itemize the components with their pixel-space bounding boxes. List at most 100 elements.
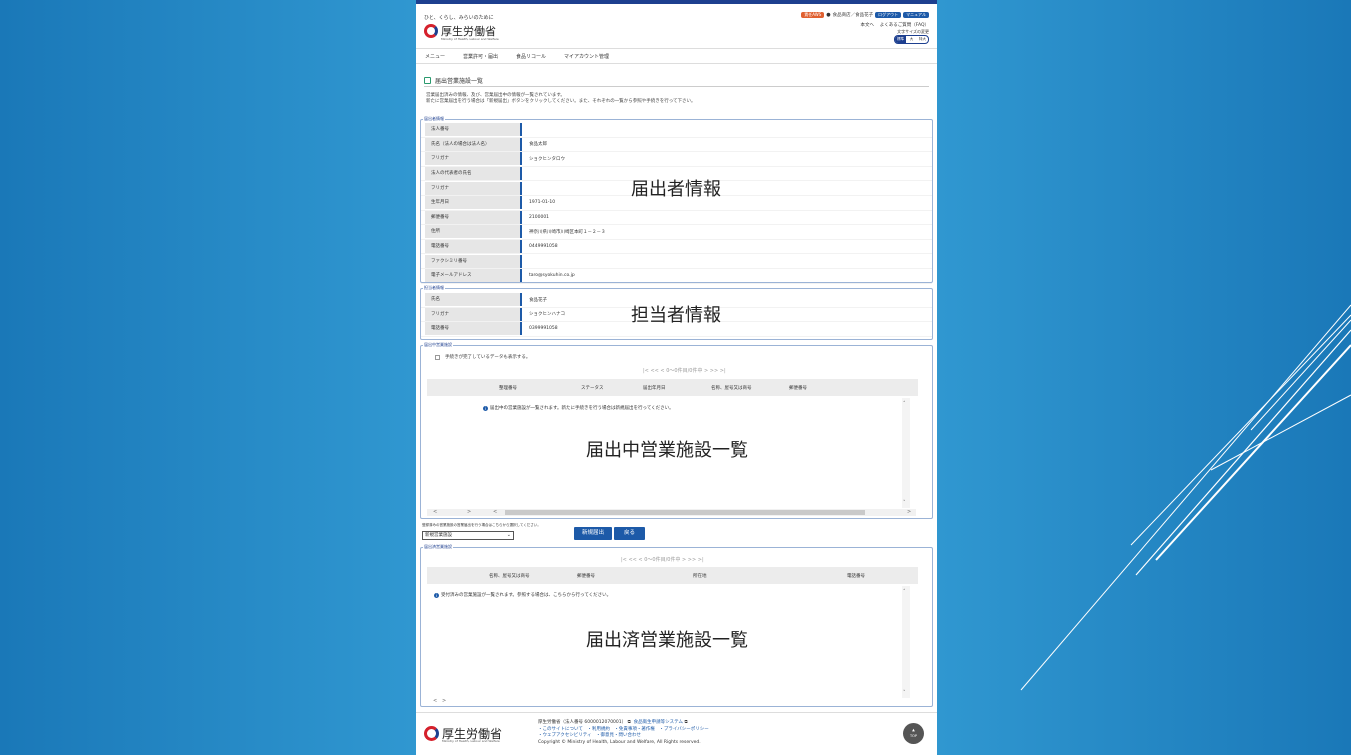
info-row-value: 2100001 <box>529 214 550 220</box>
header-links: 本文へ よくあるご質問（FAQ） <box>861 22 929 28</box>
info-row-value: 0449991058 <box>529 244 558 250</box>
info-row-label: 電子メールアドレス <box>425 269 520 283</box>
new-notification-button[interactable]: 新規届出 <box>574 527 612 540</box>
pending-table-header: 整理番号 ステータス 届出年月日 名称、屋号又は商号 郵便番号 <box>427 379 918 396</box>
info-row: ファクシミリ番号 <box>421 254 932 269</box>
main-nav: メニュー 営業許可・届出 食品リコール マイアカウント管理 <box>416 48 937 64</box>
info-row-value: 食品花子 <box>529 297 547 303</box>
contact-info-legend: 担当者情報 <box>423 285 445 291</box>
show-completed-row: 手続きが完了しているデータも表示する。 <box>435 354 530 360</box>
col-phone[interactable]: 電話番号 <box>847 573 865 579</box>
completed-overlay-label: 届出済営業施設一覧 <box>586 630 748 651</box>
intro-line-2: 新たに営業届出を行う場合は「新規届出」ボタンをクリックしてください。また、それぞ… <box>426 99 696 104</box>
scroll-up-icon[interactable]: ˄ <box>903 401 906 407</box>
top-accent-bar <box>416 0 937 4</box>
completed-facilities-section: 届出済営業施設 |< << < 0～0件目/0件中 > >> >| 名称、屋号又… <box>420 544 933 707</box>
scroll-right-icon[interactable]: > <box>467 509 471 515</box>
scroll-down-icon[interactable]: ˅ <box>903 500 906 506</box>
footer-system-link[interactable]: 食品衛生申請等システム <box>634 720 683 725</box>
font-size-standard[interactable]: 標準 <box>895 36 906 43</box>
info-row: 郵便番号 2100001 <box>421 210 932 226</box>
col-notify-date[interactable]: 届出年月日 <box>643 385 666 391</box>
notifier-info-rows: 法人番号 氏名（法人の場合は法人名） 食品太郎 フリガナ ショクヒンタロウ 法人の代表者の… <box>421 120 932 284</box>
completed-legend: 届出済営業施設 <box>423 544 453 550</box>
scroll-right-icon[interactable]: > <box>442 698 446 704</box>
scroll-left-icon[interactable]: < <box>433 509 437 515</box>
info-icon: i <box>434 592 439 598</box>
pending-vertical-scrollbar[interactable]: ˄ ˅ <box>902 398 910 508</box>
scroll-up-icon[interactable]: ˄ <box>903 589 906 595</box>
pending-legend: 届出中営業施設 <box>423 342 453 348</box>
font-size-xlarge[interactable]: 特大 <box>917 36 928 43</box>
info-row-label: フリガナ <box>425 181 520 195</box>
row-accent-bar <box>520 123 522 137</box>
h-scroll-thumb[interactable] <box>505 510 865 515</box>
info-row-value: 1971-01-10 <box>529 200 556 206</box>
col-postal-code[interactable]: 郵便番号 <box>789 385 807 391</box>
completed-info-message: i 受付済みの営業施設が一覧されます。参照する場合は、こちらから行ってください。 <box>434 592 611 598</box>
scroll-down-icon[interactable]: ˅ <box>903 690 906 696</box>
info-row-label: 氏名（法人の場合は法人名） <box>425 137 520 151</box>
facility-select[interactable]: 新規営業施設 ⌄ <box>422 531 514 540</box>
faq-link[interactable]: よくあるご質問（FAQ） <box>880 23 929 28</box>
col-facility-name[interactable]: 名称、屋号又は商号 <box>489 573 530 579</box>
info-row-value: 神奈川県川崎市川崎区本町１－２－３ <box>529 229 606 235</box>
page-footer: 厚生労働省 Ministry of Health, Labour and Wel… <box>416 712 937 755</box>
completed-info-text: 受付済みの営業施設が一覧されます。参照する場合は、こちらから行ってください。 <box>441 593 612 598</box>
ministry-logo-icon <box>424 24 438 38</box>
font-size-large[interactable]: 大 <box>906 36 917 43</box>
back-to-top-button[interactable]: ▲ TOP <box>903 723 924 744</box>
logout-button[interactable]: ログアウト <box>875 12 902 18</box>
nav-item-my-account[interactable]: マイアカウント管理 <box>555 53 618 60</box>
info-row-label: フリガナ <box>425 307 520 321</box>
info-row: 法人番号 <box>421 123 932 138</box>
ministry-name-en: Ministry of Health, Labour and Welfare <box>441 37 499 41</box>
completed-vertical-scrollbar[interactable]: ˄ ˅ <box>902 586 910 698</box>
info-row-value: 0399991058 <box>529 326 558 332</box>
col-status[interactable]: ステータス <box>581 385 604 391</box>
completed-horizontal-scrollbar[interactable]: < > <box>427 698 916 705</box>
nav-item-business-permit[interactable]: 営業許可・届出 <box>454 53 507 60</box>
col-location[interactable]: 所在地 <box>693 573 707 579</box>
chevron-down-icon: ⌄ <box>506 532 511 538</box>
contact-overlay-label: 担当者情報 <box>631 305 721 326</box>
ministry-logo-icon <box>424 726 439 741</box>
pending-pager[interactable]: |< << < 0～0件目/0件中 > >> >| <box>643 367 726 374</box>
info-icon: i <box>483 405 488 411</box>
notifier-info-section: 届出者情報 法人番号 氏名（法人の場合は法人名） 食品太郎 フリガナ ショクヒンタロウ法… <box>420 116 933 284</box>
nav-item-menu[interactable]: メニュー <box>416 53 454 60</box>
ministry-logo[interactable]: 厚生労働省 Ministry of Health, Labour and Wel… <box>424 23 499 41</box>
back-button[interactable]: 戻る <box>614 527 645 540</box>
info-row-value: taro@syokuhin.co.jp <box>529 273 575 279</box>
copyright: Copyright © Ministry of Health, Labour a… <box>538 739 701 745</box>
info-row: 住所 神奈川県川崎市川崎区本町１－２－３ <box>421 225 932 240</box>
pending-info-message: i 届出中の営業施設が一覧されます。新たに手続きを行う場合は新規届出を行ってくだ… <box>483 405 674 411</box>
header-user-area: 責任AWS ● 食品商店／食品花子 ログアウト マニュアル <box>801 12 929 18</box>
pending-overlay-label: 届出中営業施設一覧 <box>586 440 748 461</box>
info-row-label: 電話番号 <box>425 322 520 336</box>
scroll-left-icon[interactable]: < <box>433 698 437 704</box>
manual-button[interactable]: マニュアル <box>903 12 929 18</box>
page-title-text: 届出営業施設一覧 <box>435 78 484 85</box>
tagline: ひと、くらし、みらいのために <box>424 15 494 21</box>
info-row-label: 郵便番号 <box>425 210 520 224</box>
completed-pager[interactable]: |< << < 0～0件目/0件中 > >> >| <box>621 556 704 563</box>
col-facility-name[interactable]: 名称、屋号又は商号 <box>711 385 752 391</box>
nav-item-food-recall[interactable]: 食品リコール <box>507 53 555 60</box>
table-scroll-left-icon[interactable]: < <box>493 509 497 515</box>
skip-to-main-link[interactable]: 本文へ <box>861 23 875 28</box>
col-reference-number[interactable]: 整理番号 <box>499 385 517 391</box>
show-completed-checkbox[interactable] <box>435 354 440 360</box>
pending-info-text: 届出中の営業施設が一覧されます。新たに手続きを行う場合は新規届出を行ってください… <box>490 406 674 411</box>
info-row-value: ショクヒンハナコ <box>529 312 565 318</box>
pending-horizontal-scrollbar[interactable]: < > < > <box>427 509 916 516</box>
contact-info-section: 担当者情報 氏名 食品花子 フリガナ ショクヒンハナコ 電話番号 0399991058 担… <box>420 285 933 340</box>
browser-page: ひと、くらし、みらいのために 厚生労働省 Ministry of Health,… <box>416 0 937 755</box>
footer-logo[interactable]: 厚生労働省 Ministry of Health, Labour and Wel… <box>424 725 502 743</box>
notifier-info-legend: 届出者情報 <box>423 116 445 122</box>
info-row-label: 生年月日 <box>425 196 520 210</box>
table-scroll-right-icon[interactable]: > <box>907 509 911 515</box>
col-postal-code[interactable]: 郵便番号 <box>577 573 595 579</box>
status-badge: 責任AWS <box>801 12 825 18</box>
info-row: 電話番号 0449991058 <box>421 240 932 255</box>
